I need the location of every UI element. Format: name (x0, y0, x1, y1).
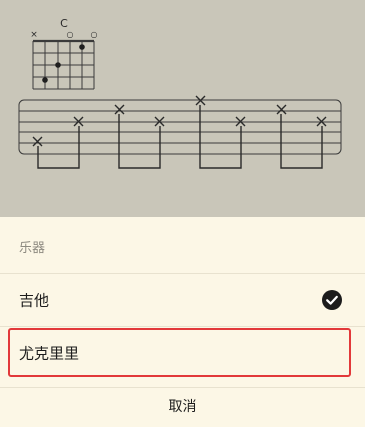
option-ukulele[interactable]: 尤克里里 (0, 327, 365, 379)
finger-dot (42, 77, 48, 83)
option-guitar[interactable]: 吉他 (0, 274, 365, 326)
strum-staff (18, 99, 342, 155)
chord-preview-graphic: C × ○ ○ (18, 17, 342, 169)
divider (0, 387, 365, 388)
option-label: 吉他 (19, 291, 50, 310)
string-markers: × ○ ○ (30, 30, 97, 40)
beat-stem (199, 105, 242, 169)
finger-dot (55, 62, 61, 68)
instrument-action-sheet: 乐器 吉他 尤克里里 取消 (0, 217, 365, 427)
strum-mark (32, 136, 43, 147)
strum-mark (114, 104, 125, 115)
finger-dot (79, 44, 85, 50)
strum-mark (276, 104, 287, 115)
chord-grid (32, 39, 95, 90)
string-marker-open: ○ (67, 30, 74, 39)
check-icon (322, 290, 342, 310)
sheet-title: 乐器 (19, 241, 46, 256)
cancel-button[interactable]: 取消 (0, 389, 365, 425)
chord-name: C (60, 17, 68, 30)
option-label: 尤克里里 (19, 344, 80, 363)
string-marker-open: ○ (91, 30, 98, 39)
string-marker-muted: × (30, 30, 38, 40)
instrument-preview: C × ○ ○ (0, 0, 365, 217)
